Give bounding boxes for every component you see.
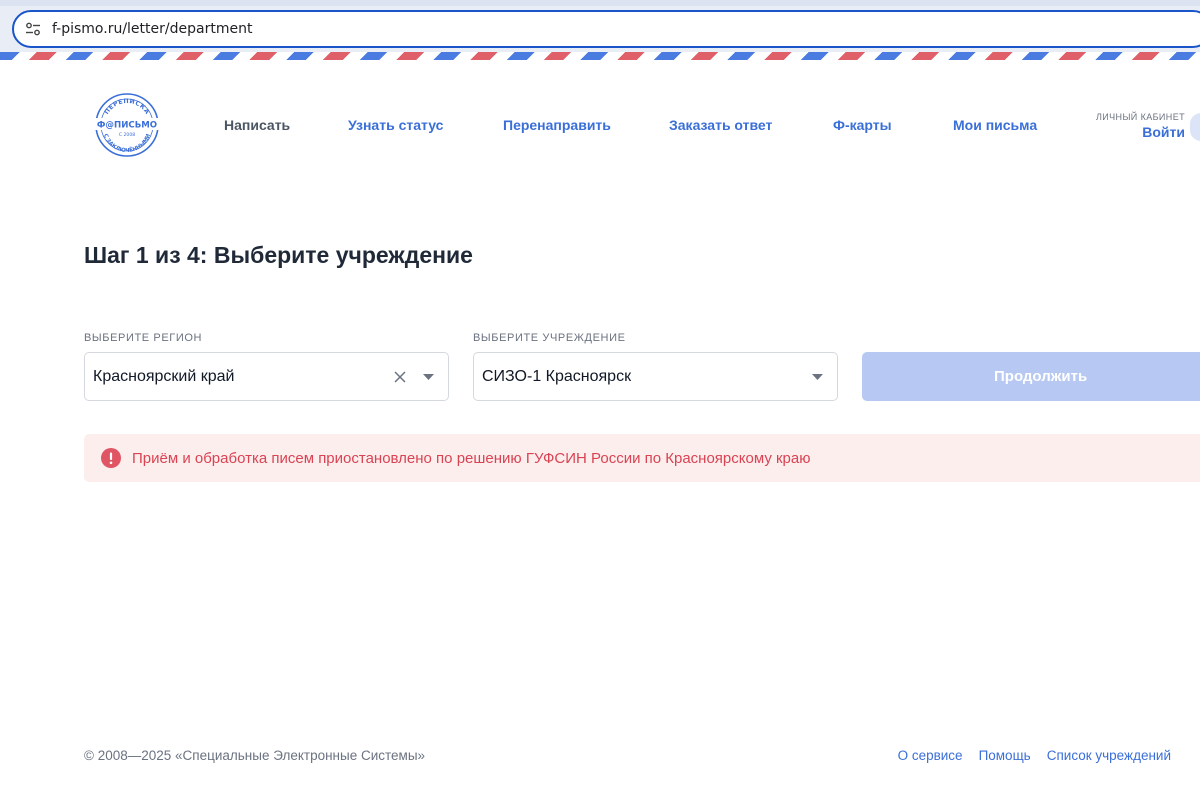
alert-text: Приём и обработка писем приостановлено п… [132,449,811,467]
login-link[interactable]: Войти [1096,124,1185,140]
nav-write[interactable]: Написать [224,117,290,133]
url-text[interactable]: f-pismo.ru/letter/department [52,21,252,37]
account-label: ЛИЧНЫЙ КАБИНЕТ [1095,112,1185,122]
logo-since-text: С 2008 [119,132,135,138]
browser-tab-strip [0,0,1200,6]
error-alert: Приём и обработка писем приостановлено п… [84,434,1200,482]
tune-icon[interactable] [24,20,42,38]
browser-toolbar: f-pismo.ru/letter/department [0,0,1200,52]
nav-f-cards[interactable]: Ф-карты [833,117,892,133]
region-select-value: Красноярский край [93,367,235,385]
continue-button[interactable]: Продолжить [862,352,1200,401]
site-logo[interactable]: ПЕРЕПИСКА Ф@ПИСЬМО С 2008 С ЗАКЛЮЧЁННЫМИ [94,92,160,158]
footer-link-institutions[interactable]: Список учреждений [1047,748,1171,763]
site-header: ПЕРЕПИСКА Ф@ПИСЬМО С 2008 С ЗАКЛЮЧЁННЫМИ… [0,60,1200,190]
svg-text:ПЕРЕПИСКА: ПЕРЕПИСКА [103,98,150,116]
avatar[interactable] [1190,113,1200,141]
nav-order-reply[interactable]: Заказать ответ [669,117,772,133]
footer-copyright: © 2008—2025 «Специальные Электронные Сис… [84,748,426,763]
account-block: ЛИЧНЫЙ КАБИНЕТ Войти [1096,112,1185,140]
footer-link-about[interactable]: О сервисе [898,748,963,763]
institution-select[interactable]: СИЗО-1 Красноярск [473,352,838,401]
region-select[interactable]: Красноярский край [84,352,449,401]
nav-redirect[interactable]: Перенаправить [503,117,611,133]
institution-select-value: СИЗО-1 Красноярск [482,367,632,385]
logo-top-text: ПЕРЕПИСКА [103,98,150,116]
region-label: ВЫБЕРИТЕ РЕГИОН [84,332,203,344]
page-title: Шаг 1 из 4: Выберите учреждение [84,242,473,268]
alert-icon [101,448,121,468]
address-bar[interactable]: f-pismo.ru/letter/department [12,10,1200,48]
nav-my-letters[interactable]: Мои письма [953,117,1037,133]
logo-main-text: Ф@ПИСЬМО [97,121,157,131]
chevron-down-icon[interactable] [422,373,434,381]
close-icon[interactable] [392,369,408,385]
airmail-stripe [0,52,1200,60]
footer-links: О сервисе Помощь Список учреждений [898,748,1171,763]
footer-link-help[interactable]: Помощь [979,748,1031,763]
nav-status[interactable]: Узнать статус [348,117,443,133]
chevron-down-icon[interactable] [811,373,823,381]
institution-label: ВЫБЕРИТЕ УЧРЕЖДЕНИЕ [473,332,626,344]
